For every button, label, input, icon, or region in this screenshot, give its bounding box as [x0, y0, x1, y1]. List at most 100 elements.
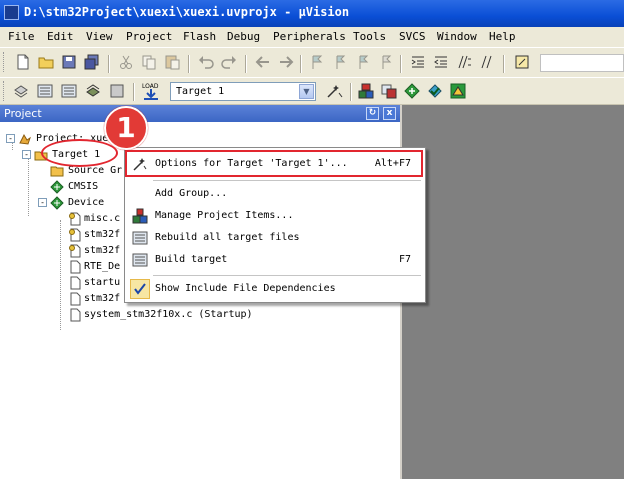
menu-window[interactable]: Window — [437, 30, 477, 43]
nav-forward-icon[interactable] — [277, 53, 295, 71]
menu-item-label: Show Include File Dependencies — [155, 283, 336, 294]
menu-file[interactable]: File — [8, 30, 35, 43]
tree-item-file[interactable]: system_stm32f10x.c (Startup) — [68, 307, 368, 323]
file-icon — [68, 308, 82, 322]
file-icon — [68, 276, 82, 290]
new-file-icon[interactable] — [14, 53, 32, 71]
standard-toolbar — [0, 47, 624, 77]
undo-icon[interactable] — [197, 53, 215, 71]
menu-item-shortcut: F7 — [398, 254, 411, 265]
tree-item-file[interactable]: stm32f — [68, 243, 128, 259]
pack-installer-icon[interactable] — [403, 82, 421, 100]
menu-edit[interactable]: Edit — [47, 30, 74, 43]
tree-label: system_stm32f10x.c (Startup) — [84, 309, 253, 320]
build-icon — [132, 252, 148, 268]
menu-item-label: Manage Project Items... — [155, 210, 294, 221]
menu-flash[interactable]: Flash — [183, 30, 216, 43]
menu-help[interactable]: Help — [489, 30, 516, 43]
tree-item-file[interactable]: stm32f — [68, 291, 128, 307]
batch-build-icon[interactable] — [84, 82, 102, 100]
tree-item-cmsis[interactable]: CMSIS — [50, 179, 130, 195]
menu-debug[interactable]: Debug — [227, 30, 260, 43]
cut-icon[interactable] — [117, 53, 135, 71]
tree-item-file[interactable]: stm32f — [68, 227, 128, 243]
highlight-box — [125, 150, 423, 177]
outdent-icon[interactable] — [432, 53, 450, 71]
prev-bookmark-icon[interactable] — [331, 53, 349, 71]
next-bookmark-icon[interactable] — [354, 53, 372, 71]
toolbar-separator — [133, 83, 135, 101]
indent-icon[interactable] — [409, 53, 427, 71]
file-icon — [68, 292, 82, 306]
find-in-files-icon[interactable] — [513, 53, 531, 71]
step-number-badge: 1 — [104, 106, 148, 150]
paste-icon[interactable] — [163, 53, 181, 71]
menu-peripherals[interactable]: Peripherals — [273, 30, 346, 43]
menu-bar: File Edit View Project Flash Debug Perip… — [0, 27, 624, 47]
menu-item-build-target[interactable]: Build target F7 — [127, 250, 423, 270]
project-icon — [18, 132, 32, 146]
bookmark-icon[interactable] — [308, 53, 326, 71]
tree-item-file[interactable]: misc.c — [68, 211, 128, 227]
run-time-env-icon[interactable] — [449, 82, 467, 100]
pin-icon[interactable]: ↻ — [366, 107, 379, 120]
toolbar-grip[interactable] — [3, 81, 6, 101]
menu-tools[interactable]: Tools — [353, 30, 386, 43]
highlight-ellipse — [41, 139, 118, 167]
panel-title: Project — [4, 107, 42, 120]
build-icon[interactable] — [36, 82, 54, 100]
manage-components-icon[interactable] — [357, 82, 375, 100]
tree-label: stm32f — [84, 293, 121, 304]
menu-view[interactable]: View — [86, 30, 113, 43]
file-extensions-icon[interactable] — [380, 82, 398, 100]
collapse-icon[interactable]: - — [22, 150, 31, 159]
file-key-icon — [68, 228, 82, 242]
save-icon[interactable] — [60, 53, 78, 71]
menu-item-show-include-deps[interactable]: Show Include File Dependencies — [127, 279, 423, 299]
app-icon — [4, 5, 19, 20]
target-select[interactable]: Target 1 ▼ — [170, 82, 316, 101]
save-all-icon[interactable] — [83, 53, 101, 71]
title-bar: D:\stm32Project\xuexi\xuexi.uvprojx - µV… — [0, 0, 624, 27]
menu-item-add-group[interactable]: Add Group... — [127, 184, 423, 204]
target-options-icon[interactable] — [325, 82, 343, 100]
chevron-down-icon[interactable]: ▼ — [299, 84, 314, 99]
menu-item-manage-project-items[interactable]: Manage Project Items... — [127, 206, 423, 226]
select-packs-icon[interactable] — [426, 82, 444, 100]
translate-icon[interactable] — [12, 82, 30, 100]
comment-icon[interactable] — [455, 53, 473, 71]
collapse-icon[interactable]: - — [38, 198, 47, 207]
menu-project[interactable]: Project — [126, 30, 172, 43]
close-icon[interactable]: x — [383, 107, 396, 120]
tree-label: startu — [84, 277, 121, 288]
file-key-icon — [68, 244, 82, 258]
menu-svcs[interactable]: SVCS — [399, 30, 426, 43]
uncomment-icon[interactable] — [478, 53, 496, 71]
manage-components-icon — [132, 208, 148, 224]
collapse-icon[interactable]: - — [6, 134, 15, 143]
find-combobox[interactable] — [540, 54, 624, 72]
copy-icon[interactable] — [140, 53, 158, 71]
tree-item-file[interactable]: startu — [68, 275, 128, 291]
load-text: LOAD — [142, 83, 159, 90]
rebuild-icon[interactable] — [60, 82, 78, 100]
tree-item-file[interactable]: RTE_De — [68, 259, 128, 275]
component-icon — [50, 196, 64, 210]
menu-separator — [153, 275, 421, 276]
tree-item-device[interactable]: - Device — [38, 195, 128, 211]
menu-item-rebuild-all[interactable]: Rebuild all target files — [127, 228, 423, 248]
stop-build-icon[interactable] — [108, 82, 126, 100]
nav-back-icon[interactable] — [254, 53, 272, 71]
project-panel-header: Project ↻ x — [0, 105, 400, 122]
open-folder-icon[interactable] — [37, 53, 55, 71]
toolbar-separator — [400, 55, 402, 73]
file-icon — [68, 260, 82, 274]
target-select-value: Target 1 — [176, 86, 225, 97]
toolbar-separator — [300, 55, 302, 73]
redo-icon[interactable] — [220, 53, 238, 71]
toolbar-grip[interactable] — [3, 52, 6, 72]
toolbar-separator — [350, 83, 352, 101]
window-title: D:\stm32Project\xuexi\xuexi.uvprojx - µV… — [24, 5, 350, 19]
clear-bookmarks-icon[interactable] — [377, 53, 395, 71]
load-download-icon[interactable]: LOAD — [140, 81, 162, 103]
